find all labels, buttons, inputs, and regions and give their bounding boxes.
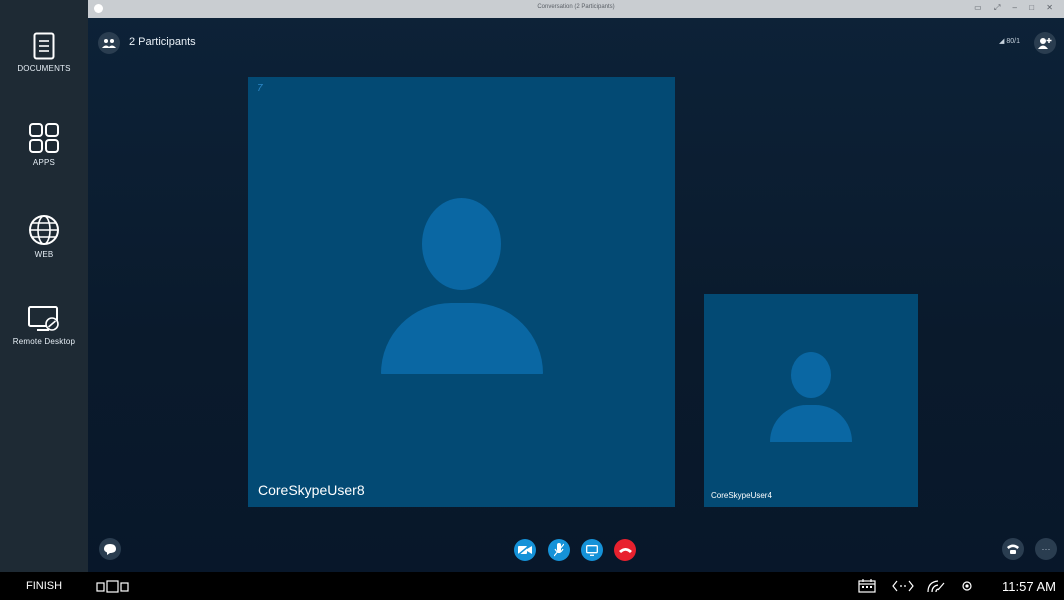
sidebar-item-label: APPS [32, 158, 56, 167]
dialpad-button[interactable] [1002, 538, 1024, 560]
avatar-head [422, 198, 501, 290]
video-camera-off-icon [518, 545, 532, 555]
wireless-signal-icon[interactable] [927, 578, 945, 593]
avatar-body [770, 405, 852, 442]
volume-icon[interactable] [962, 581, 972, 591]
chat-button[interactable] [99, 538, 121, 560]
sidebar-item-documents[interactable]: DOCUMENTS [0, 32, 88, 73]
window-controls[interactable]: ▭ ⤢ – □ ✕ [974, 3, 1058, 13]
sidebar-item-remote-desktop[interactable]: Remote Desktop [0, 305, 88, 346]
window-titlebar: Conversation (2 Participants) ▭ ⤢ – □ ✕ [88, 0, 1064, 18]
system-clock: 11:57 AM [1002, 579, 1056, 594]
sidebar-item-label: WEB [34, 250, 54, 259]
calendar-icon[interactable] [858, 579, 876, 593]
network-signal: ◢ 80/1 [999, 38, 1020, 45]
share-screen-button[interactable] [581, 539, 603, 561]
video-button[interactable] [514, 539, 536, 561]
participants-icon [102, 39, 116, 48]
task-view-icon[interactable] [96, 580, 130, 593]
sidebar-item-label: DOCUMENTS [17, 64, 71, 73]
globe-icon [29, 215, 59, 245]
participant-tile-secondary[interactable]: CoreSkypeUser4 [704, 294, 918, 507]
finish-button[interactable]: FINISH [26, 580, 62, 592]
network-arrows-icon[interactable] [892, 580, 914, 592]
sidebar-item-web[interactable]: WEB [0, 214, 88, 259]
taskbar: FINISH 11:57 AM [0, 572, 1064, 600]
add-participant-button[interactable] [1034, 32, 1056, 54]
participants-count: 2 Participants [129, 36, 196, 48]
microphone-icon [554, 543, 564, 557]
participant-name: CoreSkypeUser8 [258, 482, 365, 498]
ellipsis-icon: ··· [1041, 543, 1051, 554]
avatar-body [381, 303, 543, 374]
tile-badge: 7 [257, 83, 263, 94]
sidebar: DOCUMENTS APPS WEB Remote Desktop [0, 0, 88, 572]
remote-desktop-icon [28, 306, 59, 331]
screen-share-icon [586, 544, 598, 556]
hang-up-icon [618, 547, 632, 553]
add-person-icon [1038, 38, 1052, 49]
call-header: 2 Participants ◢ 80/1 [88, 28, 1064, 58]
chat-bubble-icon [104, 543, 116, 555]
phone-icon [1007, 544, 1019, 554]
conversation-window: Conversation (2 Participants) ▭ ⤢ – □ ✕ … [88, 0, 1064, 572]
participant-tile-main[interactable]: 7 CoreSkypeUser8 [248, 77, 675, 507]
documents-icon [33, 32, 55, 60]
avatar-head [791, 352, 831, 398]
participants-button[interactable] [98, 32, 120, 54]
sidebar-item-label: Remote Desktop [12, 337, 76, 346]
participant-name: CoreSkypeUser4 [711, 491, 772, 500]
apps-grid-icon [29, 123, 59, 153]
mute-button[interactable] [548, 539, 570, 561]
more-options-button[interactable]: ··· [1035, 538, 1057, 560]
window-title: Conversation (2 Participants) [537, 4, 615, 10]
sidebar-item-apps[interactable]: APPS [0, 122, 88, 167]
hang-up-button[interactable] [614, 539, 636, 561]
